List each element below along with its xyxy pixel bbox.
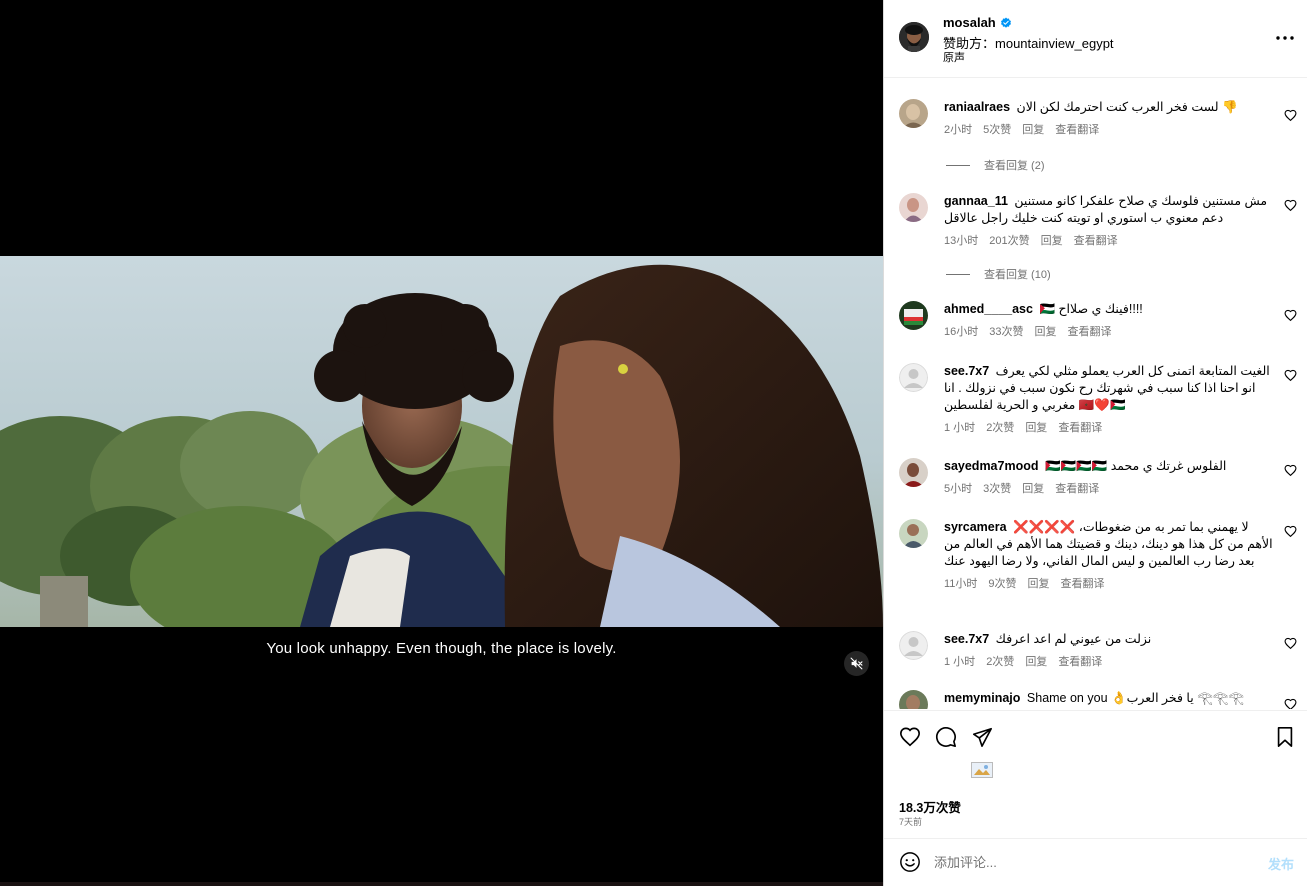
- more-options-icon[interactable]: [1274, 28, 1296, 48]
- comment-text: نزلت من عيوني لم اعد اعرفك: [995, 632, 1152, 646]
- sponsor-line: 赞助方：mountainview_egypt: [943, 33, 1114, 52]
- commenter-avatar[interactable]: [899, 458, 928, 487]
- comment-time: 5小时: [944, 483, 973, 495]
- post-action-bar: [884, 710, 1307, 760]
- comment-text: 🇵🇸 فينك ي صلااح!!!!: [1039, 302, 1143, 316]
- sponsor-name-link[interactable]: mountainview_egypt: [995, 36, 1114, 51]
- view-replies-button[interactable]: 查看回复 (2): [946, 157, 1045, 173]
- video-frame[interactable]: [0, 256, 883, 627]
- comment-likes-count[interactable]: 9次赞: [988, 575, 1016, 591]
- comment-heart-icon[interactable]: [1284, 199, 1297, 212]
- comments-list[interactable]: raniaalraes لست فخر العرب كنت احترمك لكن…: [884, 79, 1307, 709]
- see-translation-button[interactable]: 查看翻译: [1068, 323, 1112, 339]
- comment-likes-count[interactable]: 5次赞: [983, 121, 1011, 137]
- view-replies-label[interactable]: 查看回复 (10): [984, 266, 1051, 282]
- reply-button[interactable]: 回复: [1025, 419, 1047, 435]
- paper-plane-icon[interactable]: [971, 726, 993, 748]
- comment-heart-icon[interactable]: [1284, 698, 1297, 709]
- commenter-avatar[interactable]: [899, 301, 928, 330]
- commenter-avatar[interactable]: [899, 193, 928, 222]
- video-subtitle: You look unhappy. Even though, the place…: [266, 640, 617, 657]
- comment-heart-icon[interactable]: [1284, 309, 1297, 322]
- add-comment-bar: 发布: [884, 838, 1307, 886]
- comment-likes-count[interactable]: 33次赞: [989, 323, 1023, 339]
- comment-time: 2小时: [944, 124, 973, 136]
- broken-image-icon: [971, 762, 993, 778]
- see-translation-button[interactable]: 查看翻译: [1055, 480, 1099, 496]
- author-username-row[interactable]: mosalah: [943, 15, 1012, 30]
- comment-likes-count[interactable]: 3次赞: [983, 480, 1011, 496]
- comment-time: 13小时: [944, 235, 979, 247]
- author-username[interactable]: mosalah: [943, 15, 996, 30]
- comment-username[interactable]: memyminajo: [944, 691, 1020, 705]
- see-translation-button[interactable]: 查看翻译: [1058, 419, 1102, 435]
- comment-heart-icon[interactable]: [1284, 525, 1297, 538]
- comment-username[interactable]: gannaa_11: [944, 194, 1008, 208]
- comment-username[interactable]: ahmed____asc: [944, 302, 1033, 316]
- likes-count[interactable]: 18.3万次赞: [899, 797, 961, 816]
- speaker-muted-icon: [850, 657, 863, 670]
- commenter-avatar[interactable]: [899, 631, 928, 660]
- see-translation-button[interactable]: 查看翻译: [1074, 232, 1118, 248]
- comment-heart-icon[interactable]: [1284, 637, 1297, 650]
- commenter-avatar[interactable]: [899, 690, 928, 709]
- see-translation-button[interactable]: 查看翻译: [1061, 575, 1105, 591]
- author-avatar[interactable]: [899, 22, 929, 52]
- commenter-avatar[interactable]: [899, 363, 928, 392]
- mute-button[interactable]: [844, 651, 869, 676]
- heart-icon[interactable]: [899, 726, 921, 748]
- comment-text: Shame on you 👌يا فخر العرب 𓂀𓂀𓂀: [1026, 691, 1244, 705]
- comment-time: 11小时: [944, 578, 978, 590]
- reply-button[interactable]: 回复: [1025, 653, 1047, 669]
- comment-heart-icon[interactable]: [1284, 369, 1297, 382]
- reply-button[interactable]: 回复: [1035, 323, 1057, 339]
- comment-username[interactable]: sayedma7mood: [944, 459, 1038, 473]
- verified-badge-icon: [1000, 17, 1011, 28]
- reply-button[interactable]: 回复: [1022, 480, 1044, 496]
- comment-input[interactable]: [934, 851, 1254, 873]
- post-timestamp[interactable]: 7天前: [899, 815, 922, 828]
- comment-username[interactable]: see.7x7: [944, 632, 989, 646]
- bookmark-icon[interactable]: [1274, 726, 1296, 748]
- comment-time: 1 小时: [944, 422, 976, 434]
- comment-text: الغيت المتابعة اتمنى كل العرب يعملو مثلي…: [944, 364, 1270, 412]
- reply-button[interactable]: 回复: [1028, 575, 1050, 591]
- comment-username[interactable]: raniaalraes: [944, 100, 1010, 114]
- comment-username[interactable]: syrcamera: [944, 520, 1007, 534]
- comment-likes-count[interactable]: 2次赞: [986, 653, 1014, 669]
- comment-time: 16小时: [944, 326, 979, 338]
- comment-text: لست فخر العرب كنت احترمك لكن الان 👎: [1016, 100, 1238, 114]
- comment-heart-icon[interactable]: [1284, 109, 1297, 122]
- view-replies-label[interactable]: 查看回复 (2): [984, 157, 1045, 173]
- comment-bubble-icon[interactable]: [935, 726, 957, 748]
- emoji-smile-icon[interactable]: [899, 851, 921, 873]
- comment-likes-count[interactable]: 2次赞: [986, 419, 1014, 435]
- post-header: mosalah 赞助方：mountainview_egypt 原声: [884, 0, 1307, 78]
- video-still-image: [0, 256, 883, 627]
- comment-time: 1 小时: [944, 656, 976, 668]
- comment-heart-icon[interactable]: [1284, 464, 1297, 477]
- comment-username[interactable]: see.7x7: [944, 364, 989, 378]
- post-sidebar: mosalah 赞助方：mountainview_egypt 原声 raniaa…: [883, 0, 1307, 886]
- reel-video-player[interactable]: You look unhappy. Even though, the place…: [0, 0, 883, 886]
- see-translation-button[interactable]: 查看翻译: [1055, 121, 1099, 137]
- view-replies-button[interactable]: 查看回复 (10): [946, 266, 1051, 282]
- reply-button[interactable]: 回复: [1022, 121, 1044, 137]
- commenter-avatar[interactable]: [899, 99, 928, 128]
- comment-text: 🇵🇸🇵🇸🇵🇸🇵🇸 الفلوس غرتك ي محمد: [1044, 459, 1227, 473]
- page-bottom-edge: [0, 882, 883, 886]
- post-comment-button[interactable]: 发布: [1268, 854, 1294, 873]
- reply-button[interactable]: 回复: [1041, 232, 1063, 248]
- original-audio-link[interactable]: 原声: [943, 49, 965, 65]
- commenter-avatar[interactable]: [899, 519, 928, 548]
- comment-likes-count[interactable]: 201次赞: [989, 232, 1029, 248]
- see-translation-button[interactable]: 查看翻译: [1058, 653, 1102, 669]
